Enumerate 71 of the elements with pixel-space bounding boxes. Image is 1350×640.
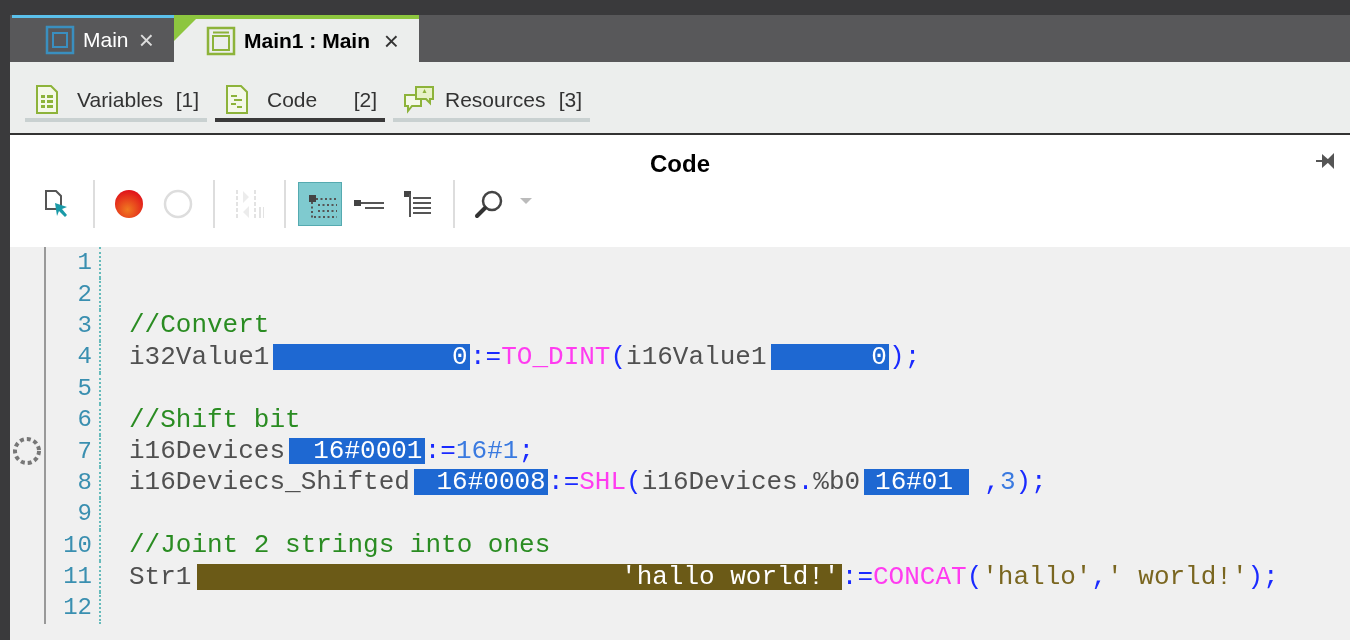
function-name: TO_DINT: [501, 343, 611, 370]
line-number: 9: [76, 500, 92, 528]
caret-icon: [519, 197, 533, 205]
operator: .: [797, 469, 814, 496]
pin-icon[interactable]: [1316, 153, 1334, 169]
code-comment: //Shift bit: [129, 406, 301, 433]
line-number: 6: [76, 406, 92, 434]
string-literal: ' world!': [1107, 563, 1248, 590]
identifier: i16Devices: [641, 469, 798, 496]
circle-icon: [163, 189, 193, 219]
string-value-display: 'hallo world!': [197, 563, 842, 590]
item-count: [1]: [175, 88, 199, 112]
toolbar-button[interactable]: [298, 182, 342, 226]
columns-icon: [234, 189, 264, 219]
code-comment: //Convert: [129, 312, 270, 339]
view-tab[interactable]: Code [2]: [215, 82, 385, 122]
operator: (: [626, 469, 642, 496]
operator: :=: [841, 563, 873, 590]
speech-bubbles-icon: [403, 85, 435, 115]
value-display: 0: [273, 343, 470, 370]
identifier: i32Value1: [129, 343, 270, 370]
line-number: 3: [76, 311, 92, 339]
operator: :=: [424, 438, 456, 465]
operator: );: [1015, 469, 1047, 496]
operator: (: [610, 343, 627, 370]
value-display: 0: [770, 343, 890, 370]
value-display: 16#0001: [289, 438, 425, 465]
line-number: 7: [76, 437, 92, 465]
line-number: 8: [76, 468, 92, 496]
line-number: 10: [62, 531, 92, 559]
string-literal: 'hallo': [982, 563, 1092, 590]
panel-title: Code: [650, 149, 710, 175]
identifier: i16Value1: [626, 343, 767, 370]
line-number: 1: [76, 249, 92, 277]
identifier: %b0: [813, 469, 861, 496]
item-count: [2]: [353, 88, 377, 112]
search-icon: [474, 189, 504, 219]
close-button[interactable]: ×: [138, 27, 154, 53]
identifier: Str1: [129, 563, 192, 590]
item-count: [3]: [558, 88, 582, 112]
window-icon: [45, 25, 75, 55]
document-tab[interactable]: Main1 : Main ×: [174, 15, 419, 62]
expand-list-icon: [403, 189, 433, 219]
operator: (: [966, 563, 983, 590]
close-button[interactable]: ×: [383, 27, 399, 54]
number-literal: 3: [999, 469, 1016, 496]
identifier: i16Deviecs_Shifted: [129, 469, 410, 496]
number-literal: 16#1: [456, 438, 519, 465]
value-display: 16#0008: [413, 469, 549, 496]
operator: ;: [518, 438, 534, 465]
collapse-list-icon: [354, 199, 384, 209]
line-number: 2: [76, 280, 92, 308]
function-name: CONCAT: [873, 563, 967, 590]
view-tab[interactable]: Resources [3]: [393, 82, 590, 122]
window-icon: [206, 25, 236, 56]
operator: );: [1247, 563, 1279, 590]
function-name: SHL: [579, 469, 627, 496]
operator: :=: [548, 469, 580, 496]
operator: ,: [983, 469, 1000, 496]
identifier: i16Devices: [129, 438, 286, 465]
operator: ,: [1091, 563, 1108, 590]
view-tab[interactable]: Variables [1]: [25, 82, 207, 122]
operator: :=: [470, 343, 502, 370]
line-number: 4: [76, 343, 92, 371]
value-display: 16#01: [864, 469, 969, 496]
line-number: 12: [62, 594, 92, 622]
line-number: 11: [62, 563, 92, 591]
record-icon: [114, 189, 144, 219]
line-number: 5: [76, 374, 92, 402]
code-comment: //Joint 2 strings into ones: [129, 532, 551, 559]
operator: );: [889, 343, 921, 370]
